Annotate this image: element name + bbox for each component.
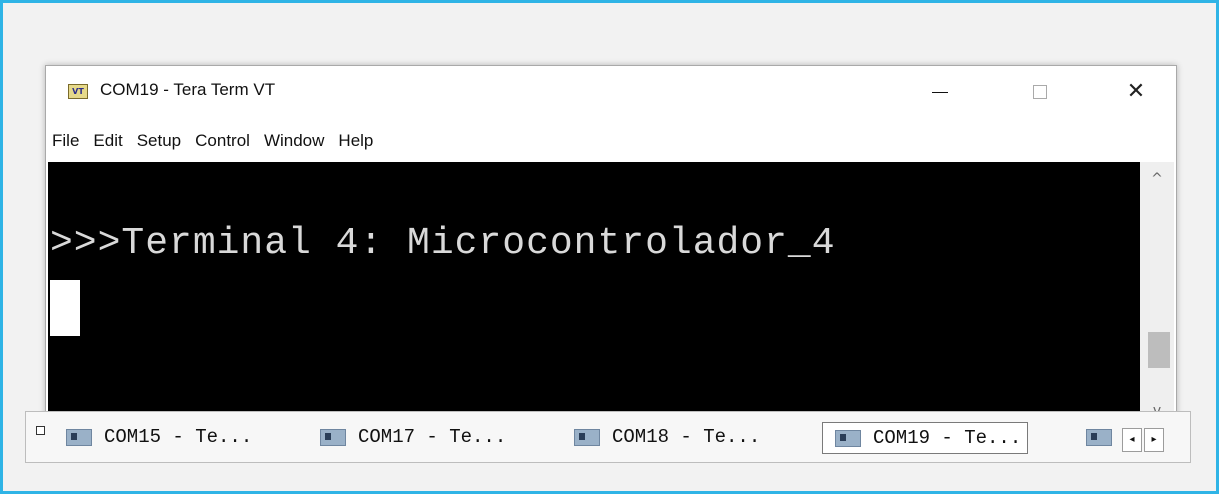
- teraterm-app-icon[interactable]: VT: [68, 84, 88, 99]
- window-title: COM19 - Tera Term VT: [100, 80, 276, 99]
- tab-scroll-right-icon[interactable]: ▸: [1144, 428, 1164, 452]
- vertical-scrollbar[interactable]: ^ v: [1140, 162, 1174, 428]
- terminal-icon: [320, 428, 346, 446]
- session-tab-bar: COM15 - Te... COM17 - Te... COM18 - Te..…: [25, 411, 1191, 463]
- tab-label: COM18 - Te...: [612, 426, 761, 448]
- scroll-up-arrow-icon[interactable]: ^: [1140, 164, 1174, 194]
- tab-com19[interactable]: COM19 - Te...: [822, 422, 1029, 454]
- terminal-cursor: [50, 280, 80, 336]
- maximize-button[interactable]: [1020, 76, 1060, 108]
- outer-frame: VT COM19 - Tera Term VT ✕ File Edit Setu…: [0, 0, 1219, 494]
- tab-label: COM19 - Te...: [873, 427, 1022, 449]
- terminal-area[interactable]: >>>Terminal 4: Microcontrolador_4: [48, 162, 1140, 428]
- close-button[interactable]: ✕: [1116, 76, 1156, 108]
- terminal-icon: [1086, 428, 1112, 446]
- tab-bar-menu-icon[interactable]: [36, 426, 45, 435]
- teraterm-window: VT COM19 - Tera Term VT ✕ File Edit Setu…: [45, 65, 1177, 432]
- tab-com17[interactable]: COM17 - Te...: [320, 422, 506, 452]
- menu-help[interactable]: Help: [338, 131, 373, 151]
- tab-com18[interactable]: COM18 - Te...: [574, 422, 760, 452]
- terminal-output-line: >>>Terminal 4: Microcontrolador_4: [50, 222, 836, 265]
- menu-control[interactable]: Control: [195, 131, 250, 151]
- tab-com15[interactable]: COM15 - Te...: [66, 422, 252, 452]
- scrollbar-thumb[interactable]: [1148, 332, 1170, 368]
- minimize-button[interactable]: [920, 76, 960, 108]
- title-bar[interactable]: VT COM19 - Tera Term VT ✕: [46, 66, 1176, 120]
- terminal-icon: [835, 429, 861, 447]
- menu-bar: File Edit Setup Control Window Help: [46, 122, 1176, 160]
- menu-setup[interactable]: Setup: [137, 131, 181, 151]
- terminal-icon: [66, 428, 92, 446]
- menu-file[interactable]: File: [52, 131, 79, 151]
- terminal-icon: [574, 428, 600, 446]
- tab-label: COM17 - Te...: [358, 426, 507, 448]
- menu-edit[interactable]: Edit: [93, 131, 122, 151]
- tab-label: COM15 - Te...: [104, 426, 253, 448]
- tab-scroll-left-icon[interactable]: ◂: [1122, 428, 1142, 452]
- tab-overflow[interactable]: [1086, 422, 1124, 452]
- menu-window[interactable]: Window: [264, 131, 324, 151]
